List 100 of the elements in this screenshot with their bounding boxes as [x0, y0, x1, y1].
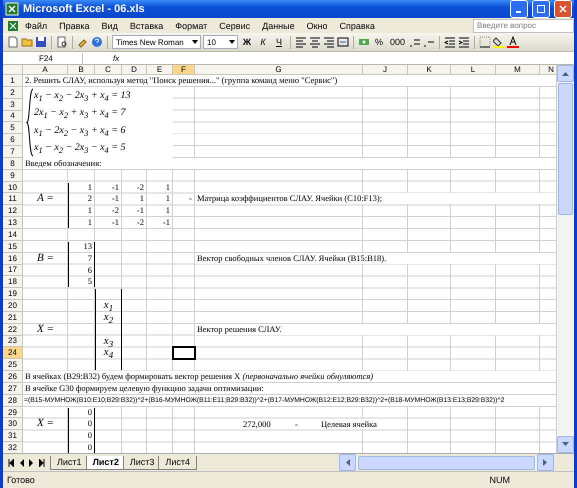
sheet-tab[interactable]: Лист4 — [158, 456, 197, 470]
row-header[interactable]: 25 — [3, 359, 23, 372]
row-header[interactable]: 7 — [3, 146, 23, 158]
row-header[interactable]: 5 — [3, 122, 23, 134]
row-header[interactable]: 15 — [3, 240, 23, 253]
cell-text: -1 — [112, 217, 119, 228]
column-header[interactable]: E — [147, 65, 173, 75]
row-header[interactable]: 6 — [3, 134, 23, 146]
help-search-field[interactable]: Введите вопрос — [473, 18, 574, 32]
row-header[interactable]: 3 — [3, 98, 23, 111]
menu-item[interactable]: Вид — [96, 20, 124, 30]
column-header[interactable]: N — [540, 65, 556, 75]
number-format-button[interactable]: % — [372, 34, 386, 50]
font-color-icon[interactable] — [507, 36, 520, 48]
column-header[interactable]: M — [496, 65, 540, 75]
row-header[interactable]: 18 — [3, 276, 23, 288]
text-style-button[interactable]: Ж — [240, 34, 254, 50]
row-header[interactable]: 12 — [3, 205, 23, 218]
scroll-left-button[interactable] — [339, 454, 356, 471]
maximize-button[interactable] — [532, 0, 550, 18]
sheet-tab[interactable]: Лист2 — [86, 456, 126, 470]
row-header[interactable]: 13 — [3, 217, 23, 229]
currency-icon[interactable] — [358, 36, 370, 48]
column-header[interactable]: K — [408, 65, 451, 75]
decrease-indent-icon[interactable] — [444, 36, 456, 48]
column-header[interactable]: L — [451, 65, 496, 75]
row-header[interactable]: 24 — [3, 347, 23, 360]
row-header[interactable]: 19 — [3, 288, 23, 300]
row-header[interactable]: 27 — [3, 382, 23, 395]
help-icon[interactable] — [91, 36, 103, 48]
row-header[interactable]: 14 — [3, 228, 23, 241]
scroll-thumb[interactable] — [358, 456, 535, 470]
row-header[interactable]: 28 — [3, 394, 23, 407]
new-document-icon[interactable] — [7, 36, 19, 48]
column-header[interactable]: J — [363, 65, 408, 75]
menu-item[interactable]: Сервис — [213, 20, 256, 30]
scroll-up-button[interactable] — [557, 65, 574, 82]
row-header[interactable]: 20 — [3, 300, 23, 312]
row-header[interactable]: 32 — [3, 442, 23, 453]
text-style-button[interactable]: Ч — [272, 34, 286, 50]
previous-sheet-icon[interactable] — [19, 458, 24, 466]
row-header[interactable]: 17 — [3, 264, 23, 276]
menu-item[interactable]: Данные — [256, 20, 301, 30]
last-sheet-icon[interactable] — [39, 458, 45, 466]
row-header[interactable]: 16 — [3, 252, 23, 264]
row-header[interactable]: 23 — [3, 336, 23, 348]
name-box[interactable]: F24 — [3, 52, 83, 64]
column-header[interactable]: C — [95, 65, 122, 75]
fill-color-icon[interactable] — [493, 36, 506, 48]
row-header[interactable]: 10 — [3, 182, 23, 194]
merge-cells-icon[interactable] — [337, 36, 349, 48]
row-header[interactable]: 9 — [3, 170, 23, 182]
menu-item[interactable]: Справка — [334, 20, 381, 30]
open-folder-icon[interactable] — [21, 36, 33, 48]
row-header[interactable]: 4 — [3, 110, 23, 122]
dropdown-caret-icon[interactable] — [192, 40, 198, 44]
row-header[interactable]: 1 — [3, 75, 23, 87]
row-header[interactable]: 26 — [3, 371, 23, 383]
row-header[interactable]: 8 — [3, 158, 23, 170]
column-header[interactable]: D — [122, 65, 147, 75]
column-header[interactable]: A — [23, 65, 68, 75]
font-size-field[interactable]: 10 — [203, 35, 238, 49]
align-center-icon[interactable] — [309, 36, 321, 48]
menu-item[interactable]: Правка — [53, 20, 96, 30]
print-preview-icon[interactable] — [56, 36, 68, 48]
next-sheet-icon[interactable] — [29, 458, 34, 466]
align-left-icon[interactable] — [295, 36, 307, 48]
column-header[interactable]: G — [195, 65, 363, 75]
column-header[interactable]: B — [68, 65, 95, 75]
row-header[interactable]: 2 — [3, 86, 23, 99]
dropdown-caret-icon[interactable] — [229, 40, 235, 44]
menu-item[interactable]: Вставка — [124, 20, 170, 30]
align-right-icon[interactable] — [323, 36, 335, 48]
increase-indent-icon[interactable] — [458, 36, 470, 48]
scroll-right-button[interactable] — [537, 454, 554, 471]
close-button[interactable] — [554, 0, 572, 18]
document-icon[interactable] — [7, 20, 19, 32]
scroll-thumb[interactable] — [558, 83, 573, 215]
first-sheet-icon[interactable] — [8, 458, 14, 466]
save-icon[interactable] — [35, 36, 47, 48]
row-header[interactable]: 21 — [3, 312, 23, 324]
menu-item[interactable]: Окно — [300, 20, 334, 30]
selected-cell[interactable] — [172, 346, 196, 360]
row-header[interactable]: 31 — [3, 430, 23, 442]
menu-item[interactable]: Файл — [19, 20, 54, 30]
sheet-tab[interactable]: Лист1 — [50, 456, 89, 470]
row-header[interactable]: 22 — [3, 324, 23, 336]
insert-function-button[interactable]: fx — [113, 54, 120, 62]
minimize-button[interactable] — [510, 0, 528, 18]
borders-icon[interactable] — [479, 36, 492, 48]
menu-item[interactable]: Формат — [169, 20, 214, 30]
scroll-down-button[interactable] — [557, 436, 574, 453]
row-header[interactable]: 29 — [3, 406, 23, 418]
row-header[interactable]: 11 — [3, 193, 23, 206]
cell-text: 0 — [88, 418, 92, 428]
row-header[interactable]: 30 — [3, 418, 23, 430]
number-format-button[interactable]: 000 — [388, 34, 408, 50]
text-style-button[interactable]: К — [256, 34, 270, 50]
font-name-field[interactable]: Times New Roman — [112, 35, 201, 49]
column-header[interactable]: F — [173, 65, 195, 75]
